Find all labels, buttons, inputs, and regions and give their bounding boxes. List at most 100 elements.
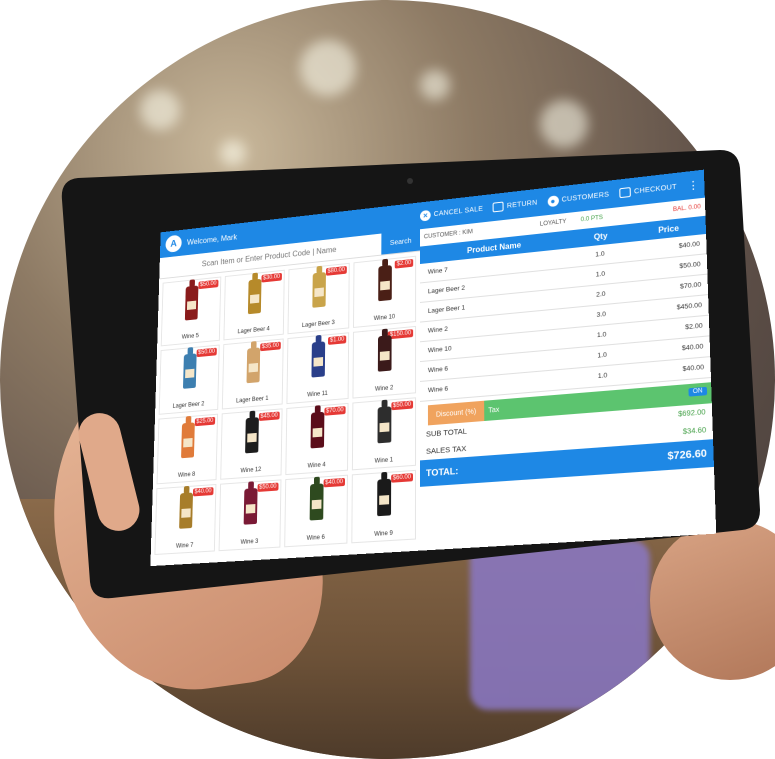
customer-label: CUSTOMER : KIM: [424, 229, 473, 240]
cart-item-qty: 1.0: [571, 248, 630, 261]
bottle-image: [377, 335, 391, 372]
bottle-image: [377, 406, 391, 443]
price-badge: $40.00: [323, 478, 345, 488]
welcome-text: Welcome, Mark: [187, 232, 237, 246]
product-card[interactable]: $80.00 Lager Beer 3: [288, 263, 350, 334]
product-card[interactable]: $70.00 Wine 4: [285, 403, 348, 475]
camera-icon: [407, 178, 413, 184]
price-badge: $50.00: [257, 483, 278, 492]
price-badge: $30.00: [261, 273, 282, 283]
sales-tax-value: $34.60: [683, 427, 707, 436]
tablet-screen: A Welcome, Mark × CANCEL SALE RETURN ● C…: [150, 170, 716, 566]
return-label: RETURN: [507, 199, 538, 209]
cart-rows: Wine 7 1.0 $40.00 Lager Beer 2 1.0 $50.00 Lage…: [420, 234, 711, 402]
cart-item-price: $50.00: [630, 260, 707, 275]
cart-icon: [619, 187, 631, 198]
product-panel: Search $50.00 Wine 5 $30.00 Lager Beer 4 $80…: [150, 229, 420, 566]
sales-tax-label: SALES TAX: [426, 444, 466, 456]
price-badge: $40.00: [193, 487, 214, 496]
price-badge: $150.00: [388, 329, 413, 339]
price-badge: $80.00: [326, 266, 347, 276]
product-card[interactable]: $30.00 Lager Beer 4: [223, 270, 284, 341]
product-name: Lager Beer 1: [236, 396, 269, 405]
cart-panel: CUSTOMER : KIM LOYALTY 0.0 PTS BAL. 0.00…: [420, 198, 716, 551]
loyalty-points: 0.0 PTS: [581, 215, 603, 223]
bottle-image: [181, 422, 195, 458]
bottle-image: [309, 483, 323, 520]
product-name: Wine 6: [307, 535, 325, 542]
bottle-image: [247, 279, 261, 314]
product-name: Wine 12: [240, 467, 261, 474]
bottle-image: [245, 417, 259, 453]
product-name: Wine 2: [375, 385, 393, 393]
product-name: Wine 5: [182, 333, 199, 340]
product-name: Wine 10: [374, 314, 395, 322]
product-card[interactable]: $45.00 Wine 12: [220, 408, 282, 479]
product-card[interactable]: $60.00 Wine 9: [351, 470, 416, 544]
bottle-image: [310, 412, 324, 449]
product-card[interactable]: $2.00 Wine 10: [353, 256, 416, 328]
price-badge: $50.00: [391, 401, 413, 411]
product-name: Wine 4: [308, 462, 326, 469]
bottle-image: [312, 272, 326, 308]
price-badge: $70.00: [324, 406, 346, 416]
subtotal-label: SUB TOTAL: [426, 426, 467, 438]
bottle-image: [179, 493, 193, 529]
cancel-sale-label: CANCEL SALE: [434, 205, 483, 217]
product-card[interactable]: $50.00 Wine 3: [219, 479, 282, 551]
product-card[interactable]: $40.00 Wine 7: [154, 484, 216, 555]
bottle-image: [311, 341, 325, 377]
checkout-button[interactable]: CHECKOUT: [619, 182, 677, 198]
subtotal-value: $692.00: [678, 409, 706, 418]
cart-item-qty: 1.0: [573, 370, 633, 382]
product-name: Wine 9: [374, 531, 393, 538]
loyalty-label: LOYALTY: [540, 219, 567, 228]
product-name: Lager Beer 2: [173, 401, 205, 409]
product-card[interactable]: $1.00 Wine 11: [286, 332, 349, 404]
bottle-image: [377, 479, 391, 517]
cart-item-qty: 1.0: [572, 349, 632, 361]
cart-icon: [493, 201, 504, 212]
product-card[interactable]: $50.00 Wine 5: [161, 276, 222, 346]
pos-app: A Welcome, Mark × CANCEL SALE RETURN ● C…: [150, 170, 716, 566]
product-card[interactable]: $150.00 Wine 2: [352, 326, 416, 399]
product-name: Wine 3: [241, 539, 259, 546]
price-badge: $45.00: [258, 412, 279, 422]
product-card[interactable]: $40.00 Wine 6: [284, 475, 348, 548]
more-menu-icon[interactable]: ⋮: [687, 178, 696, 192]
cart-item-qty: 2.0: [571, 288, 630, 301]
product-name: Lager Beer 3: [302, 320, 335, 329]
customers-button[interactable]: ● CUSTOMERS: [547, 189, 609, 207]
total-label: TOTAL:: [426, 466, 458, 478]
product-card[interactable]: $25.00 Wine 8: [157, 414, 218, 485]
price-badge: $50.00: [198, 280, 218, 290]
search-button[interactable]: Search: [381, 229, 420, 254]
bottle-image: [243, 488, 257, 525]
product-card[interactable]: $50.00 Lager Beer 2: [159, 345, 220, 415]
col-qty: Qty: [570, 228, 632, 244]
tax-toggle[interactable]: ON: [688, 387, 707, 397]
product-name: Lager Beer 4: [237, 326, 269, 335]
cart-item-qty: 1.0: [572, 329, 632, 342]
cart-item-qty: 3.0: [572, 309, 632, 322]
balance: BAL. 0.00: [673, 204, 701, 213]
cancel-sale-button[interactable]: × CANCEL SALE: [420, 203, 483, 221]
tax-label: Tax: [488, 406, 499, 414]
product-name: Wine 7: [176, 543, 194, 550]
product-card[interactable]: $50.00 Wine 1: [352, 397, 416, 470]
price-badge: $50.00: [196, 348, 217, 358]
product-name: Wine 1: [375, 457, 393, 464]
app-logo-icon: A: [165, 234, 182, 252]
cart-item-qty: 1.0: [571, 268, 630, 281]
product-card[interactable]: $35.00 Lager Beer 1: [222, 338, 284, 409]
price-badge: $2.00: [395, 259, 413, 269]
cart-item-price: $70.00: [631, 281, 708, 296]
cart-item-price: $40.00: [632, 343, 710, 357]
bottle-image: [183, 353, 197, 388]
cart-item-price: $40.00: [630, 240, 707, 255]
cart-item-price: $450.00: [631, 301, 709, 315]
product-name: Wine 8: [178, 472, 195, 479]
bottle-image: [246, 347, 260, 383]
cart-item-price: $2.00: [632, 322, 710, 336]
return-button[interactable]: RETURN: [493, 198, 538, 213]
